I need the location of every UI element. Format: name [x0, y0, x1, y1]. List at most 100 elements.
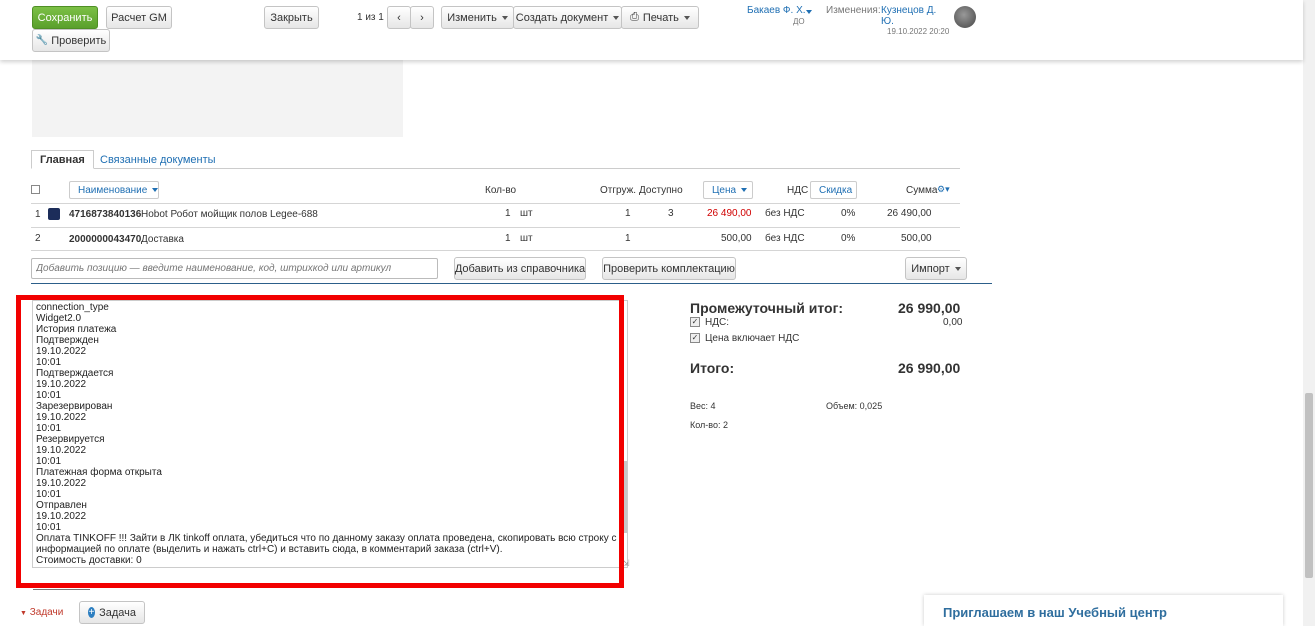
page-scrollbar[interactable]	[1303, 0, 1315, 626]
create-doc-label: Создать документ	[515, 11, 609, 24]
comment-line: connection_type	[36, 302, 109, 313]
user-caret-icon[interactable]	[806, 10, 812, 14]
check-button[interactable]: 🔧 Проверить	[32, 29, 110, 52]
changes-time: 19.10.2022 20:20	[887, 27, 950, 36]
promo-title[interactable]: Приглашаем в наш Учебный центр	[943, 605, 1167, 620]
avatar[interactable]	[954, 6, 976, 28]
resize-handle-icon[interactable]: ⇲	[622, 558, 630, 569]
row-divider	[31, 227, 960, 228]
product-discount[interactable]: 0%	[841, 208, 855, 219]
product-shipped: 1	[625, 208, 631, 219]
product-discount[interactable]: 0%	[841, 233, 855, 244]
import-dropdown[interactable]: Импорт	[905, 257, 967, 280]
comment-line: Оплата TINKOFF !!! Зайти в ЛК tinkoff оп…	[36, 533, 617, 544]
changes-label: Изменения:	[826, 5, 881, 16]
prev-page-button[interactable]: ‹	[387, 6, 411, 29]
product-sum: 500,00	[901, 233, 932, 244]
row-number: 1	[35, 209, 41, 220]
product-name[interactable]: Доставка	[141, 234, 184, 245]
add-position-input[interactable]	[31, 258, 438, 279]
product-qty[interactable]: 1	[505, 208, 511, 219]
comment-line: 10:01	[36, 357, 62, 368]
chevron-right-icon: ›	[420, 11, 424, 24]
product-unit: шт	[520, 208, 533, 219]
product-price[interactable]: 500,00	[721, 233, 752, 244]
comment-line: Стоимость доставки: 0	[36, 555, 142, 566]
plus-icon: +	[88, 607, 96, 618]
add-from-catalog-button[interactable]: Добавить из справочника	[454, 257, 586, 280]
order-comment-textarea[interactable]: connection_type Widget2.0 История платежа П…	[32, 300, 628, 568]
product-name[interactable]: Hobot Робот мойщик полов Legee-688	[141, 209, 318, 220]
product-code[interactable]: 4716873840136	[69, 209, 141, 220]
calc-gm-button[interactable]: Расчет GM	[106, 6, 172, 29]
product-price[interactable]: 26 490,00	[707, 208, 752, 219]
product-qty[interactable]: 1	[505, 233, 511, 244]
comment-line: 19.10.2022	[36, 445, 87, 456]
count-text: Кол-во: 2	[690, 420, 728, 430]
header-discount[interactable]: Скидка	[810, 181, 857, 199]
comment-line: 10:01	[36, 423, 62, 434]
caret-down-icon	[954, 266, 961, 271]
product-sum: 26 490,00	[887, 208, 932, 219]
page-scroll-thumb[interactable]	[1305, 393, 1313, 578]
next-page-button[interactable]: ›	[410, 6, 434, 29]
current-user-sub: ДО	[793, 17, 805, 26]
caret-down-icon	[741, 188, 748, 192]
product-vat[interactable]: без НДС	[765, 233, 805, 244]
comment-line: 10:01	[36, 489, 62, 500]
header-price-sort[interactable]: Цена	[703, 181, 753, 199]
price-incl-vat-checkbox[interactable]: ✓	[690, 333, 700, 343]
print-dropdown[interactable]: ⎙ Печать	[621, 6, 699, 29]
row-divider	[31, 250, 960, 251]
save-button[interactable]: Сохранить	[32, 6, 98, 29]
product-code[interactable]: 2000000043470	[69, 234, 141, 245]
pager-text: 1 из 1	[357, 12, 384, 23]
check-kit-button[interactable]: Проверить комплектацию	[602, 257, 736, 280]
select-all-checkbox[interactable]	[31, 185, 40, 194]
create-document-dropdown[interactable]: Создать документ	[513, 6, 622, 29]
section-divider	[31, 283, 992, 284]
product-vat[interactable]: без НДС	[765, 208, 805, 219]
product-unit: шт	[520, 233, 533, 244]
tasks-label: Задачи	[29, 607, 64, 618]
tab-related-documents[interactable]: Связанные документы	[92, 150, 224, 169]
add-task-label: Задача	[99, 606, 136, 619]
total-value: 26 990,00	[898, 360, 961, 376]
comment-line: 19.10.2022	[36, 379, 87, 390]
textarea-scroll-thumb[interactable]	[620, 461, 627, 533]
edit-label: Изменить	[447, 11, 497, 24]
vat-label: НДС:	[705, 317, 729, 328]
print-label: Печать	[642, 11, 679, 24]
comment-line: 10:01	[36, 390, 62, 401]
header-available: Доступно	[639, 185, 683, 196]
current-user-name[interactable]: Бакаев Ф. Х.	[747, 5, 806, 16]
column-settings-gear-icon[interactable]: ⚙▾	[937, 184, 950, 195]
comment-line: 10:01	[36, 522, 62, 533]
close-button[interactable]: Закрыть	[264, 6, 319, 29]
promo-panel[interactable]: Приглашаем в наш Учебный центр	[924, 595, 1283, 626]
product-thumbnail-icon	[48, 208, 60, 220]
header-qty: Кол-во	[485, 185, 517, 196]
changes-user[interactable]: Кузнецов Д. Ю.	[881, 5, 941, 27]
wrench-icon: 🔧	[35, 35, 49, 46]
add-task-button[interactable]: + Задача	[79, 601, 145, 624]
product-available: 3	[668, 208, 674, 219]
edit-dropdown-button[interactable]: Изменить	[441, 6, 514, 29]
comment-line: 19.10.2022	[36, 478, 87, 489]
printer-icon: ⎙	[630, 11, 639, 23]
header-name-sort[interactable]: Наименование	[69, 181, 159, 199]
chevron-left-icon: ‹	[397, 11, 401, 24]
subtotal-value: 26 990,00	[898, 300, 961, 316]
header-vat: НДС	[787, 185, 809, 196]
comment-text: connection_type Widget2.0 История платежа П…	[33, 302, 627, 566]
import-label: Импорт	[911, 262, 950, 275]
tasks-toggle[interactable]: ▼ Задачи	[20, 607, 63, 618]
vat-checkbox[interactable]: ✓	[690, 317, 700, 327]
vat-value: 0,00	[943, 317, 963, 328]
comment-line: Платежная форма открыта	[36, 467, 162, 478]
price-incl-vat-label: Цена включает НДС	[705, 333, 800, 344]
hidden-link-underline	[33, 589, 90, 590]
comment-line: Зарезервирован	[36, 401, 113, 412]
tab-main[interactable]: Главная	[31, 150, 94, 169]
caret-down-icon	[613, 15, 620, 20]
